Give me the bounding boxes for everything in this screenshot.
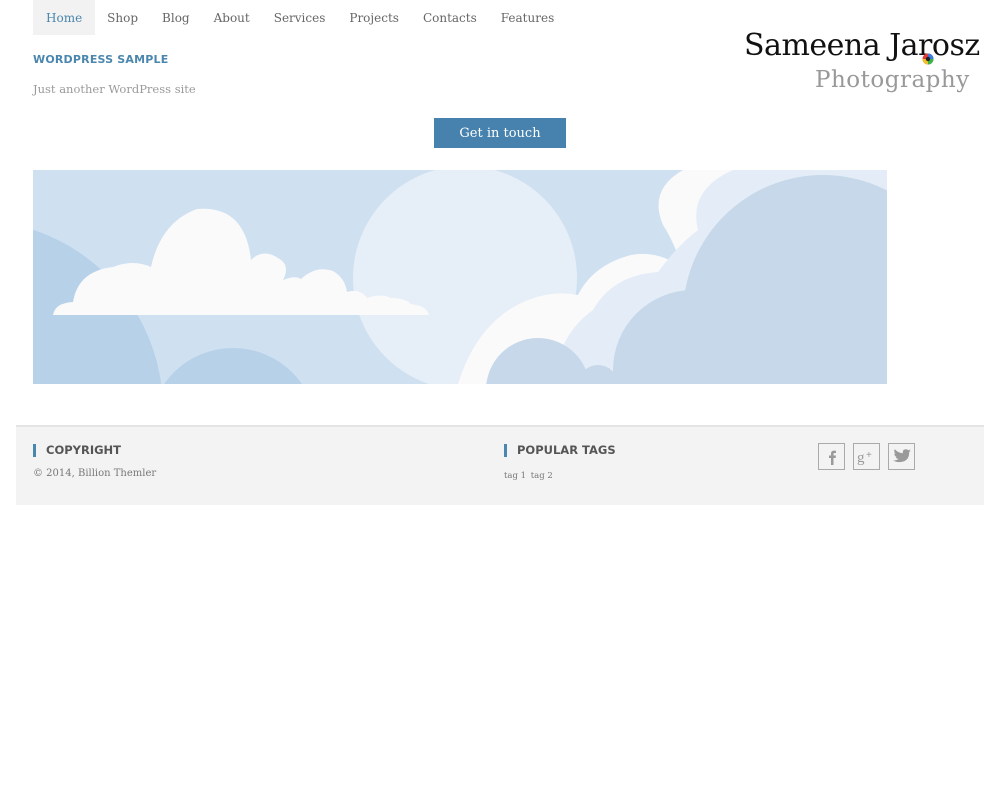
tag-list: tag 1 tag 2 bbox=[504, 471, 555, 481]
tag-link[interactable]: tag 1 bbox=[504, 471, 526, 481]
logo-name: Sameena Jarosz bbox=[744, 28, 980, 63]
nav-item-home[interactable]: Home bbox=[33, 0, 96, 35]
nav-item-blog[interactable]: Blog bbox=[150, 0, 202, 35]
tag-link[interactable]: tag 2 bbox=[531, 471, 553, 481]
copyright-text: © 2014, Billion Themler bbox=[33, 468, 157, 479]
nav-item-projects[interactable]: Projects bbox=[337, 0, 411, 35]
logo[interactable]: Sameena Jarosz Photography bbox=[740, 28, 980, 104]
twitter-button[interactable] bbox=[888, 443, 915, 470]
svg-text:+: + bbox=[866, 450, 872, 461]
twitter-icon bbox=[892, 449, 911, 463]
google-plus-button[interactable]: g + bbox=[853, 443, 880, 470]
get-in-touch-button[interactable]: Get in touch bbox=[434, 118, 566, 148]
site-title[interactable]: WORDPRESS SAMPLE bbox=[33, 53, 168, 66]
clouds-illustration-icon bbox=[33, 170, 887, 384]
nav-item-about[interactable]: About bbox=[202, 0, 262, 35]
social-links: g + bbox=[818, 443, 915, 470]
nav-item-features[interactable]: Features bbox=[489, 0, 566, 35]
facebook-button[interactable] bbox=[818, 443, 845, 470]
hero-banner bbox=[33, 170, 887, 384]
lens-icon bbox=[922, 53, 934, 65]
nav-item-services[interactable]: Services bbox=[262, 0, 338, 35]
google-plus-icon: g + bbox=[857, 450, 872, 465]
facebook-icon bbox=[828, 450, 836, 465]
site-tagline: Just another WordPress site bbox=[33, 82, 196, 96]
nav-item-shop[interactable]: Shop bbox=[95, 0, 150, 35]
popular-tags-heading: POPULAR TAGS bbox=[504, 444, 616, 457]
nav-item-contacts[interactable]: Contacts bbox=[411, 0, 489, 35]
svg-text:g: g bbox=[857, 450, 865, 465]
copyright-heading: COPYRIGHT bbox=[33, 444, 121, 457]
footer: COPYRIGHT © 2014, Billion Themler POPULA… bbox=[16, 425, 984, 505]
logo-subtitle: Photography bbox=[815, 67, 970, 93]
main-nav: Home Shop Blog About Services Projects C… bbox=[33, 0, 566, 35]
